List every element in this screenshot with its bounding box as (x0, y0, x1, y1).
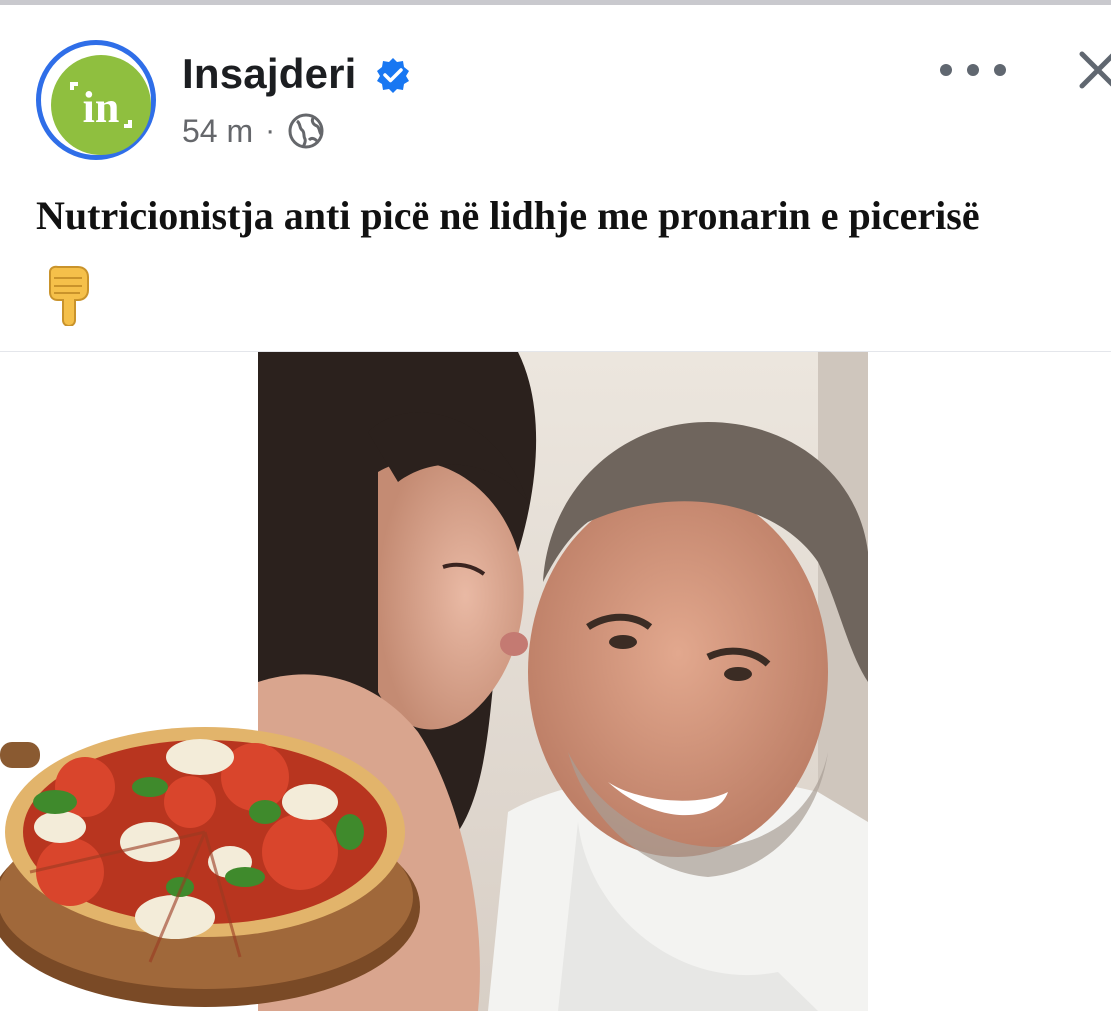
page-name[interactable]: Insajderi (182, 50, 357, 98)
meta-separator: · (265, 114, 276, 147)
more-options-button[interactable] (940, 52, 1006, 88)
more-options-icon (940, 64, 952, 76)
page-avatar[interactable]: in (36, 40, 156, 160)
svg-text:in: in (83, 83, 120, 132)
backhand-index-pointing-down-icon (49, 265, 89, 326)
insajderi-logo-icon: in (51, 55, 151, 155)
close-icon[interactable] (1074, 46, 1111, 94)
pizza-on-board-image (0, 727, 420, 1007)
post-timestamp[interactable]: 54 m (182, 113, 253, 150)
globe-icon (288, 113, 324, 149)
top-border (0, 0, 1111, 5)
post-meta: 54 m · (182, 110, 325, 152)
post-text: Nutricionistja anti picë në lidhje me pr… (36, 193, 980, 238)
verified-badge-icon (377, 58, 409, 93)
